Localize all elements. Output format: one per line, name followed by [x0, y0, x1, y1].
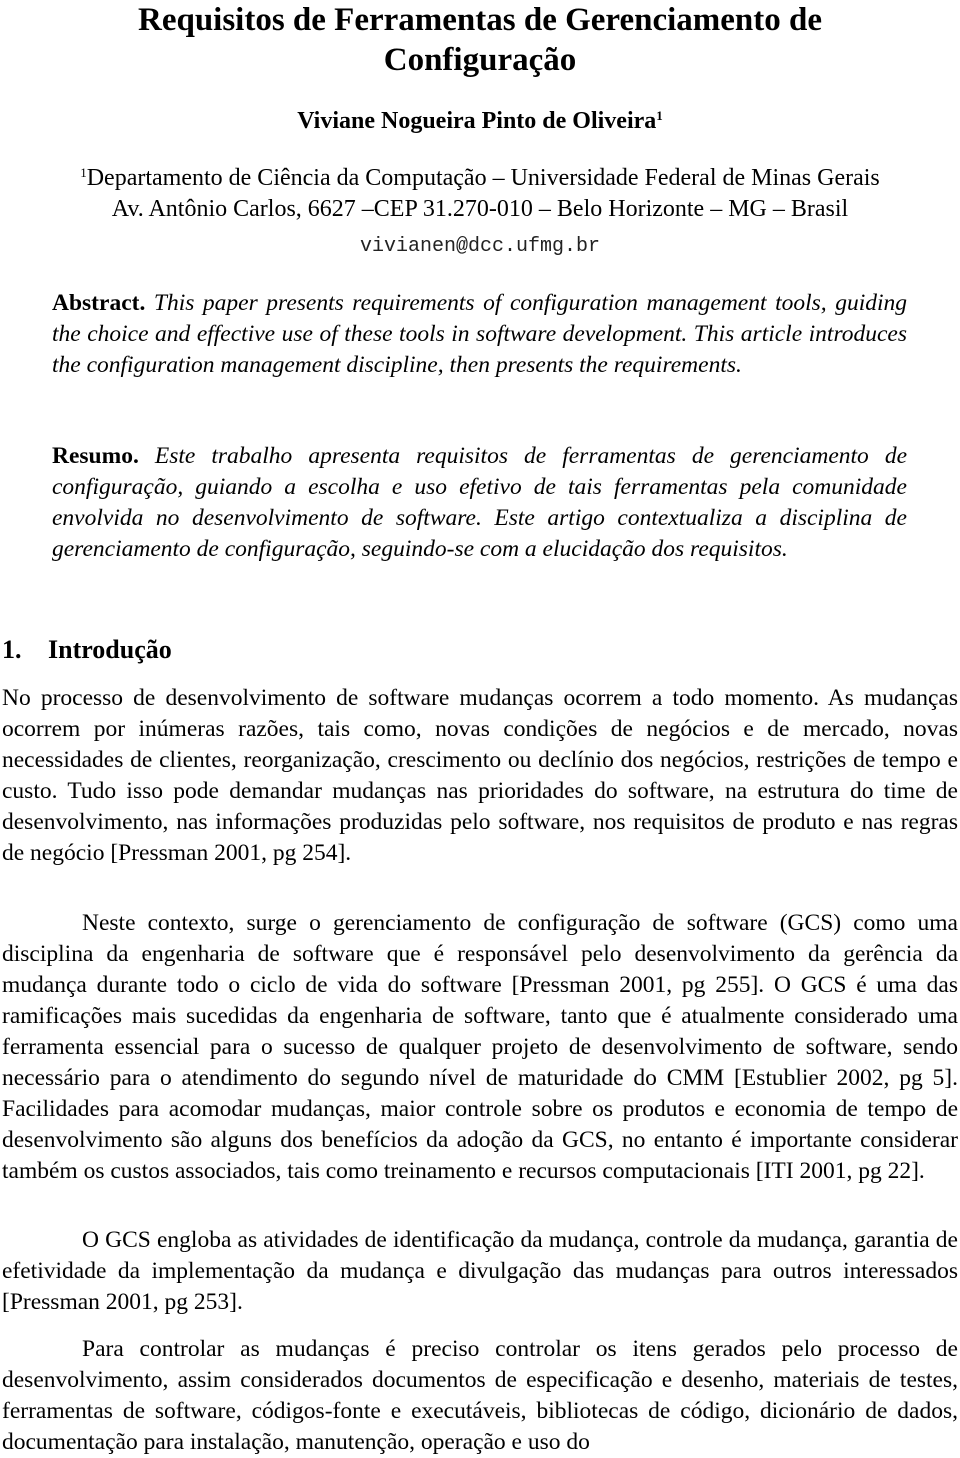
- abstract-text: This paper presents requirements of conf…: [52, 290, 908, 378]
- paper-title: Requisitos de Ferramentas de Gerenciamen…: [0, 0, 960, 80]
- resumo-text: Este trabalho apresenta requisitos de fe…: [52, 443, 907, 562]
- paragraph: No processo de desenvolvimento de softwa…: [2, 685, 958, 866]
- affiliation-line-1: 1Departamento de Ciência da Computação –…: [0, 163, 960, 194]
- section-heading-introduction: 1. Introdução: [2, 633, 172, 667]
- section-number: 1.: [2, 635, 22, 664]
- author-email: vivianen@dcc.ufmg.br: [359, 235, 601, 258]
- affiliation: 1Departamento de Ciência da Computação –…: [0, 163, 960, 225]
- author-affiliation-marker: 1: [656, 108, 663, 123]
- paragraph: Para controlar as mudanças é preciso con…: [2, 1336, 958, 1455]
- abstract-english: Abstract. This paper presents requiremen…: [52, 288, 907, 381]
- title-line-1: Requisitos de Ferramentas de Gerenciamen…: [137, 2, 823, 38]
- affiliation-line-2: Av. Antônio Carlos, 6627 –CEP 31.270-010…: [111, 196, 849, 222]
- affiliation-department: Departamento de Ciência da Computação – …: [86, 165, 880, 191]
- paragraph: Neste contexto, surge o gerenciamento de…: [2, 910, 958, 1184]
- paragraph: O GCS engloba as atividades de identific…: [2, 1227, 958, 1315]
- author-name-text: Viviane Nogueira Pinto de Oliveira: [297, 108, 657, 134]
- section-title: Introdução: [48, 635, 172, 664]
- title-line-2: Configuração: [383, 42, 577, 78]
- abstract-label: Abstract.: [52, 290, 146, 316]
- resumo-label: Resumo.: [52, 443, 139, 469]
- author-name: Viviane Nogueira Pinto de Oliveira1: [0, 107, 960, 135]
- abstract-portuguese: Resumo. Este trabalho apresenta requisit…: [52, 441, 907, 565]
